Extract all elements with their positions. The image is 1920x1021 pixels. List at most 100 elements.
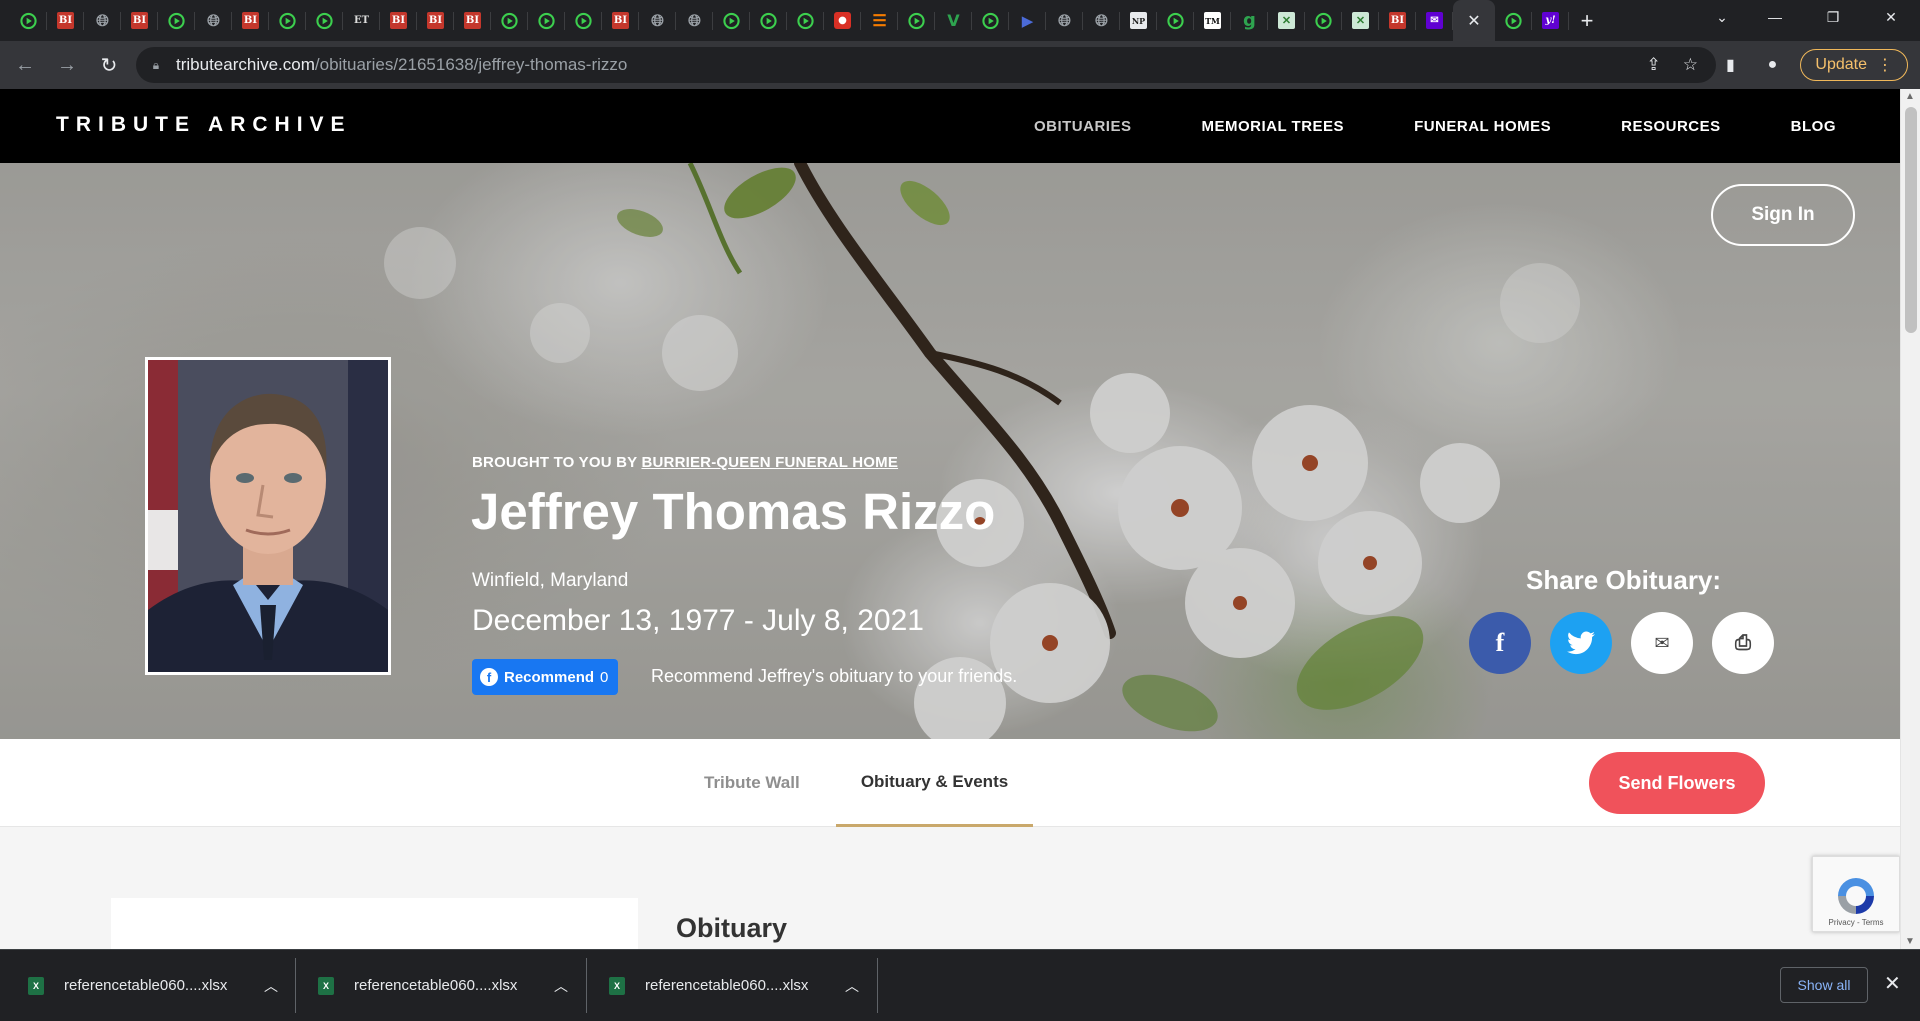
tab[interactable]: BI — [47, 0, 84, 41]
nav-resources[interactable]: RESOURCES — [1621, 118, 1721, 135]
scroll-thumb[interactable] — [1905, 107, 1917, 333]
tab[interactable]: NP — [1120, 0, 1157, 41]
excel-file-icon: X — [609, 976, 625, 995]
tab[interactable] — [713, 0, 750, 41]
tab[interactable]: 🌐︎ — [84, 0, 121, 41]
facebook-recommend-button[interactable]: f Recommend 0 — [472, 659, 619, 695]
tab[interactable]: 🌐︎ — [1046, 0, 1083, 41]
tab[interactable]: ✕ — [1342, 0, 1379, 41]
print-icon[interactable]: ⎙ — [1712, 612, 1774, 674]
show-all-downloads-button[interactable]: Show all — [1780, 967, 1868, 1003]
tab[interactable] — [491, 0, 528, 41]
address-bar[interactable]: 🔒︎ tributearchive.com/obituaries/2165163… — [136, 47, 1716, 83]
url-text[interactable]: tributearchive.com/obituaries/21651638/j… — [176, 55, 627, 75]
tab-active[interactable]: ✕ — [1453, 0, 1495, 41]
reload-icon[interactable]: ↻ — [92, 48, 126, 82]
chevron-up-icon[interactable]: ︿ — [264, 976, 278, 996]
sign-in-button[interactable]: Sign In — [1711, 184, 1855, 246]
nav-blog[interactable]: BLOG — [1791, 118, 1836, 135]
download-filename[interactable]: referencetable060....xlsx — [645, 977, 835, 994]
tab[interactable]: 🌐︎ — [195, 0, 232, 41]
tab[interactable] — [750, 0, 787, 41]
scroll-down-icon[interactable]: ▼ — [1905, 936, 1915, 947]
page-scrollbar[interactable]: ▲ ▼ — [1900, 89, 1920, 949]
restore-icon[interactable]: ❐ — [1804, 0, 1862, 34]
tab[interactable]: ● — [824, 0, 861, 41]
funeral-home-link[interactable]: BURRIER-QUEEN FUNERAL HOME — [641, 454, 898, 471]
chevron-up-icon[interactable]: ︿ — [845, 976, 859, 996]
site-logo[interactable]: TRIBUTE ARCHIVE — [56, 113, 352, 137]
tab[interactable] — [787, 0, 824, 41]
divider — [877, 958, 878, 1013]
update-button[interactable]: Update ⋮ — [1800, 49, 1908, 81]
chevron-up-icon[interactable]: ︿ — [554, 976, 568, 996]
download-item[interactable]: X referencetable060....xlsx ︿ — [318, 950, 568, 1021]
tab-obituary-events[interactable]: Obituary & Events — [836, 739, 1033, 827]
play-icon — [1315, 12, 1332, 29]
tab[interactable]: ▶ — [1009, 0, 1046, 41]
facebook-icon[interactable]: f — [1469, 612, 1531, 674]
tab[interactable]: 🌐︎ — [1083, 0, 1120, 41]
tab[interactable] — [1495, 0, 1532, 41]
tab[interactable]: y! — [1532, 0, 1569, 41]
tab[interactable] — [158, 0, 195, 41]
share-page-icon[interactable]: ⇪ — [1647, 55, 1661, 75]
tab[interactable] — [528, 0, 565, 41]
twitter-icon[interactable] — [1550, 612, 1612, 674]
tab[interactable]: 🌐︎ — [639, 0, 676, 41]
download-item[interactable]: X referencetable060....xlsx ︿ — [28, 950, 278, 1021]
tab[interactable] — [1305, 0, 1342, 41]
tab[interactable]: V — [935, 0, 972, 41]
forward-icon[interactable]: → — [50, 48, 84, 82]
lock-icon[interactable]: 🔒︎ — [136, 58, 176, 73]
tab[interactable] — [1157, 0, 1194, 41]
new-tab-icon[interactable]: + — [1569, 0, 1605, 41]
facebook-logo-icon: f — [480, 668, 498, 686]
tab[interactable]: BI — [232, 0, 269, 41]
close-tab-icon[interactable]: ✕ — [1467, 11, 1480, 31]
x-icon: ✕ — [1352, 12, 1369, 29]
browser-toolbar: ← → ↻ 🔒︎ tributearchive.com/obituaries/2… — [0, 41, 1920, 89]
download-filename[interactable]: referencetable060....xlsx — [354, 977, 544, 994]
close-window-icon[interactable]: ✕ — [1862, 0, 1920, 34]
tab[interactable]: ET — [343, 0, 380, 41]
send-flowers-button[interactable]: Send Flowers — [1589, 752, 1765, 814]
tab-tribute-wall[interactable]: Tribute Wall — [704, 739, 800, 827]
tab[interactable]: BI — [602, 0, 639, 41]
nav-obituaries[interactable]: OBITUARIES — [1034, 118, 1132, 135]
tab[interactable] — [306, 0, 343, 41]
tab[interactable] — [898, 0, 935, 41]
tab[interactable]: 🌐︎ — [676, 0, 713, 41]
tab[interactable] — [10, 0, 47, 41]
tab[interactable]: TM — [1194, 0, 1231, 41]
tab[interactable] — [269, 0, 306, 41]
nav-funeral-homes[interactable]: FUNERAL HOMES — [1414, 118, 1551, 135]
download-filename[interactable]: referencetable060....xlsx — [64, 977, 254, 994]
tab[interactable]: BI — [380, 0, 417, 41]
tab[interactable]: BI — [121, 0, 158, 41]
back-icon[interactable]: ← — [8, 48, 42, 82]
close-shelf-icon[interactable]: ✕ — [1884, 971, 1901, 996]
email-icon[interactable]: ✉ — [1631, 612, 1693, 674]
tab[interactable] — [565, 0, 602, 41]
tab[interactable]: ✕ — [1268, 0, 1305, 41]
tab[interactable]: ✉ — [1416, 0, 1453, 41]
recaptcha-links[interactable]: Privacy - Terms — [1829, 918, 1884, 927]
recaptcha-badge[interactable]: Privacy - Terms — [1812, 856, 1900, 932]
tab[interactable]: BI — [417, 0, 454, 41]
tab[interactable]: ☰ — [861, 0, 898, 41]
play-icon — [316, 12, 333, 29]
tab[interactable]: BI — [454, 0, 491, 41]
bookmark-star-icon[interactable]: ☆ — [1683, 55, 1698, 75]
play-icon — [908, 12, 925, 29]
tab[interactable]: BI — [1379, 0, 1416, 41]
minimize-icon[interactable]: — — [1746, 0, 1804, 34]
nav-memorial-trees[interactable]: MEMORIAL TREES — [1201, 118, 1344, 135]
tab-search-icon[interactable]: ⌄ — [1702, 0, 1742, 34]
profile-icon[interactable]: ● — [1758, 48, 1786, 82]
download-item[interactable]: X referencetable060....xlsx ︿ — [609, 950, 859, 1021]
tab[interactable]: g — [1231, 0, 1268, 41]
scroll-up-icon[interactable]: ▲ — [1905, 91, 1915, 102]
side-panel-icon[interactable]: ▮ — [1716, 48, 1744, 82]
tab[interactable] — [972, 0, 1009, 41]
